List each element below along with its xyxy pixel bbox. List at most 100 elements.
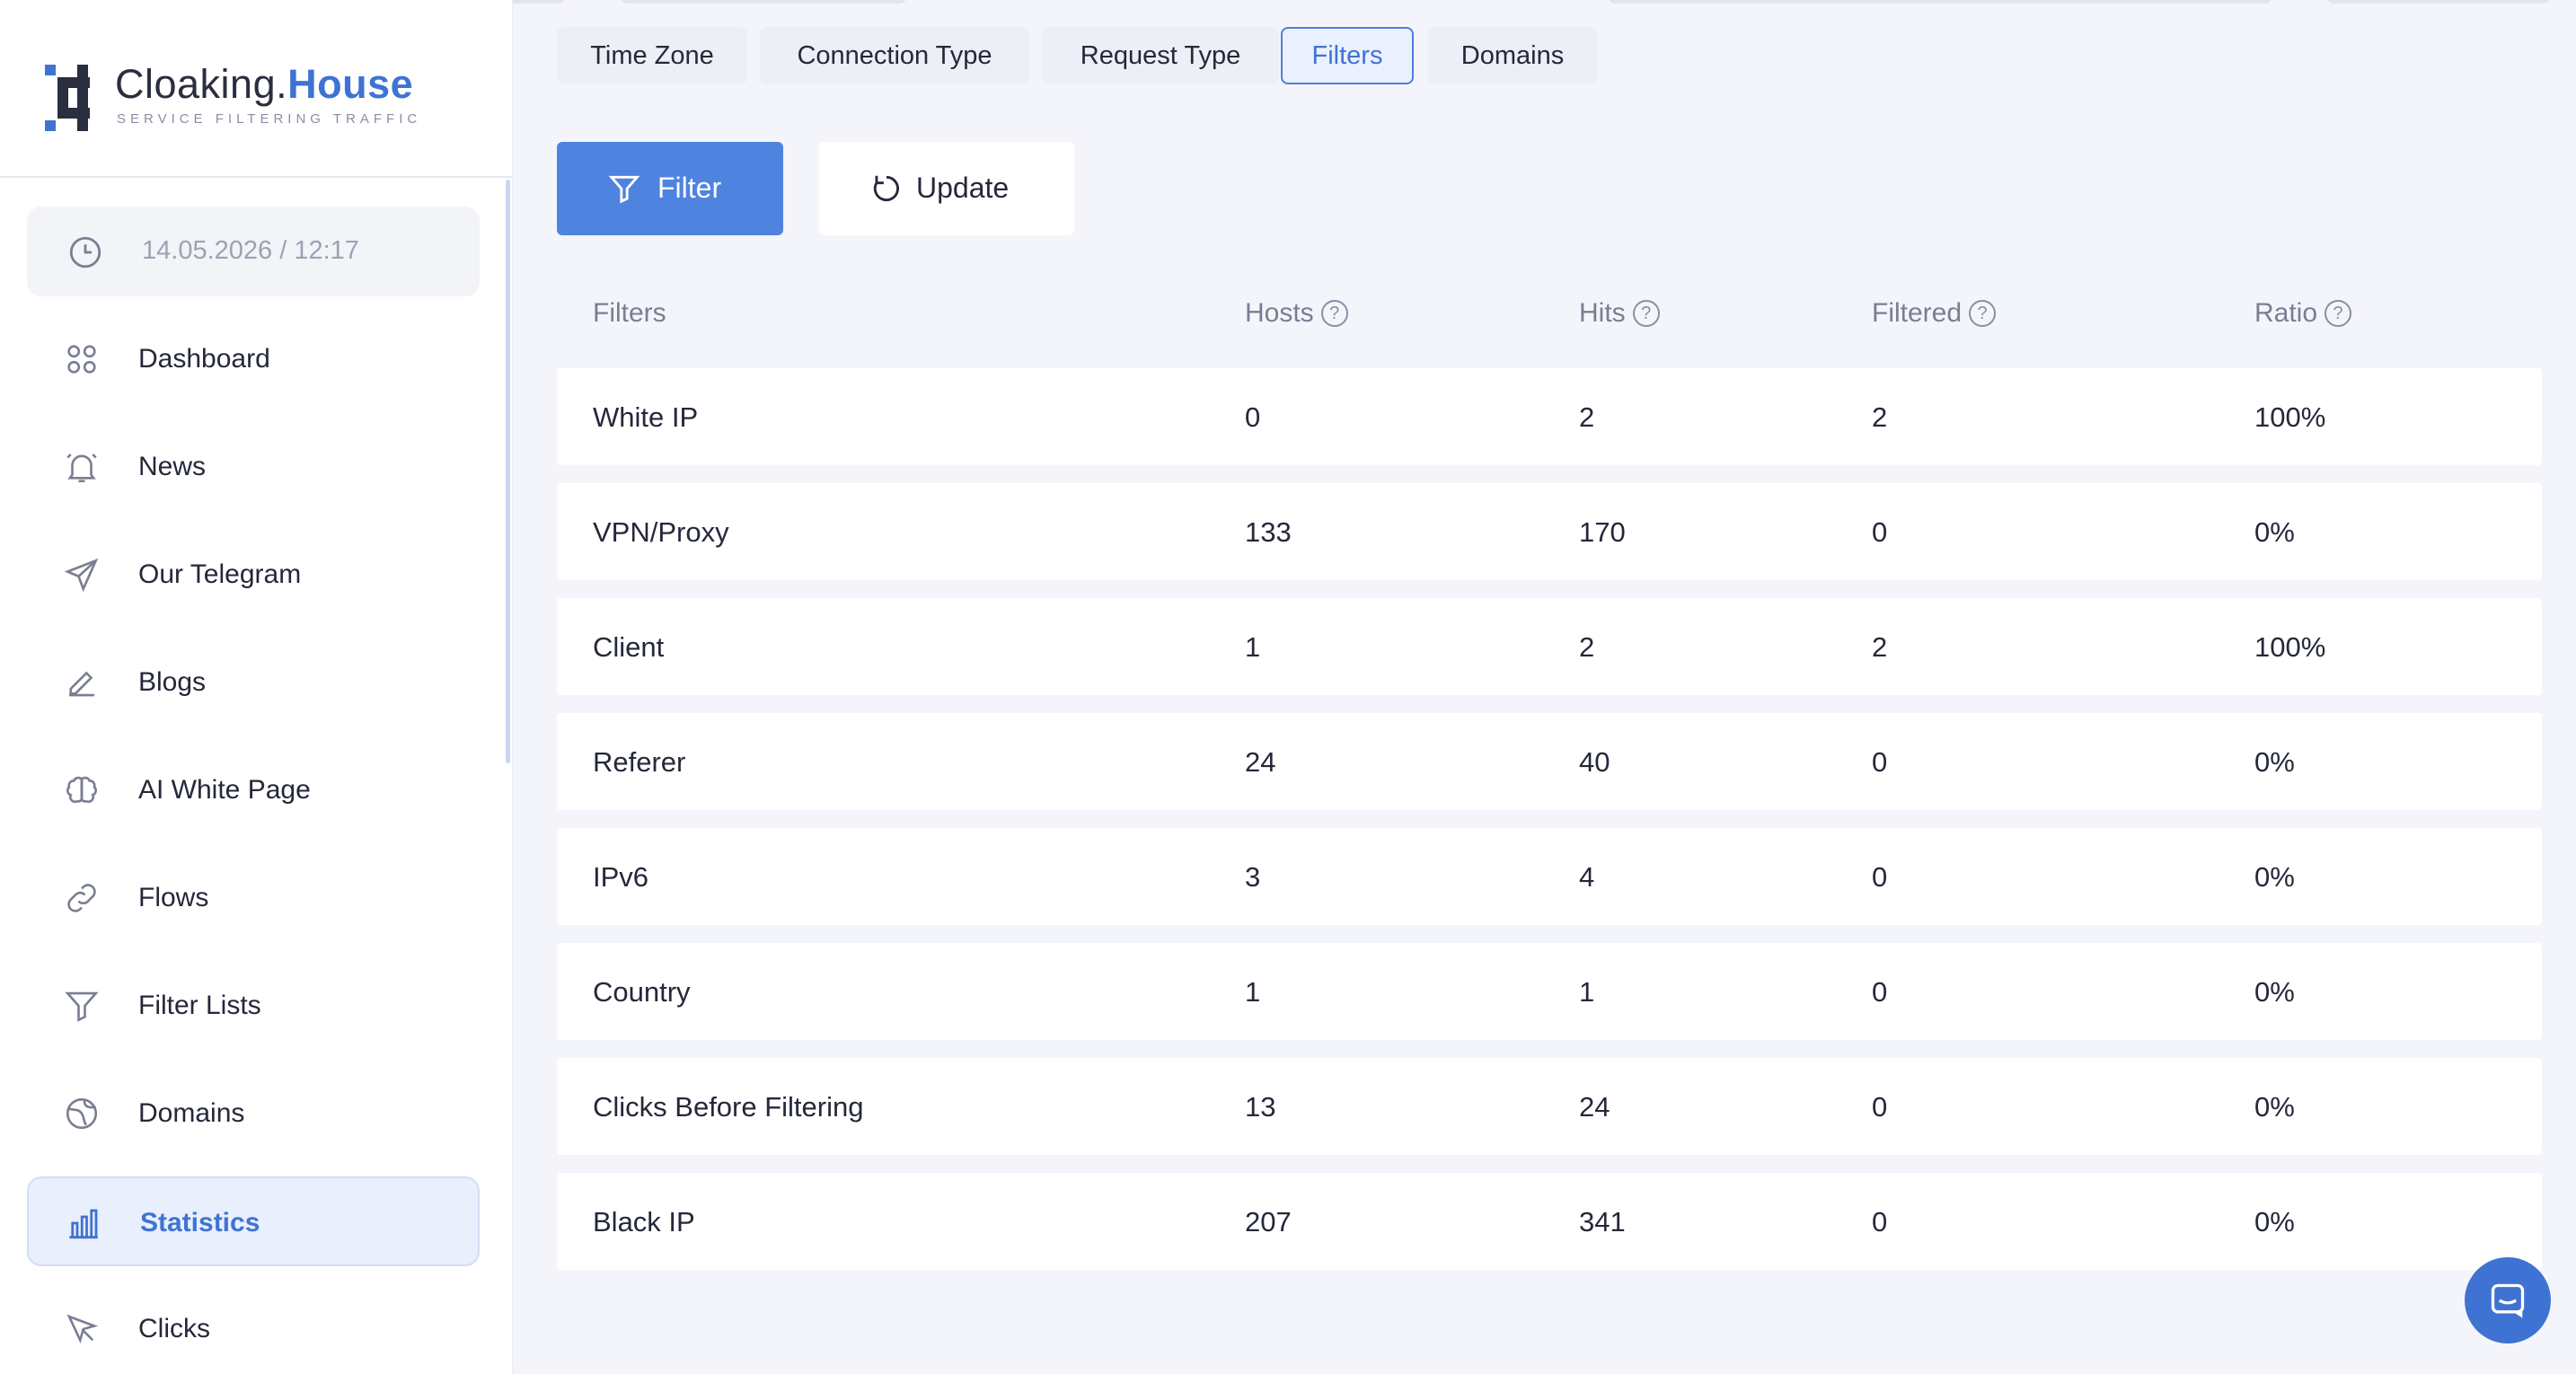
brand-name: Cloaking.House <box>115 61 413 108</box>
cell-ratio: 0% <box>2254 1206 2295 1237</box>
chat-icon <box>2488 1281 2527 1320</box>
cell-hits: 4 <box>1579 861 1595 893</box>
sidebar-item-label: Filter Lists <box>138 991 261 1020</box>
sidebar-item-label: Blogs <box>138 667 207 697</box>
brain-icon <box>63 771 101 809</box>
cell-filter: Country <box>593 976 691 1008</box>
sidebar-item-statistics[interactable]: Statistics <box>27 1176 480 1266</box>
sidebar-item-label: Domains <box>138 1098 245 1128</box>
cell-hosts: 13 <box>1245 1091 1276 1123</box>
column-header-label: Hosts <box>1245 298 1314 328</box>
cell-hits: 24 <box>1579 1091 1610 1123</box>
sidebar-item-flows[interactable]: Flows <box>27 853 480 943</box>
logo-icon <box>45 65 90 131</box>
cell-hits: 341 <box>1579 1206 1626 1237</box>
tab-time-zone[interactable]: Time Zone <box>557 27 747 84</box>
tab-domains[interactable]: Domains <box>1428 27 1597 84</box>
tab-connection-type[interactable]: Connection Type <box>760 27 1029 84</box>
cell-hits: 40 <box>1579 746 1610 778</box>
cell-ratio: 100% <box>2254 631 2326 663</box>
cursor-icon <box>63 1310 101 1348</box>
tab-request-type[interactable]: Request Type <box>1042 27 1279 84</box>
column-header-ratio: Ratio ? <box>2254 298 2352 329</box>
sidebar: Cloaking.House SERVICE FILTERING TRAFFIC… <box>0 0 513 1374</box>
sidebar-item-label: News <box>138 452 207 481</box>
cell-filtered: 2 <box>1872 631 1888 663</box>
support-chat-button[interactable] <box>2465 1257 2551 1343</box>
cell-filtered: 0 <box>1872 516 1888 548</box>
sidebar-item-label: Dashboard <box>138 344 270 374</box>
sidebar-item-filter-lists[interactable]: Filter Lists <box>27 961 480 1051</box>
table-row: White IP 0 2 2 100% <box>557 368 2542 465</box>
column-header-label: Filtered <box>1872 298 1963 328</box>
sidebar-item-label: Statistics <box>140 1208 260 1237</box>
cell-ratio: 0% <box>2254 1091 2295 1123</box>
filter-icon <box>607 172 641 206</box>
cell-filtered: 0 <box>1872 1206 1888 1237</box>
update-button[interactable]: Update <box>819 142 1074 235</box>
sidebar-item-label: Our Telegram <box>138 559 302 589</box>
cell-hosts: 133 <box>1245 516 1292 548</box>
filter-button-label: Filter <box>657 172 722 204</box>
sidebar-item-label: Clicks <box>138 1314 210 1343</box>
cell-filter: Clicks Before Filtering <box>593 1091 864 1123</box>
cell-filter: White IP <box>593 401 699 433</box>
globe-icon <box>63 1095 101 1132</box>
sidebar-item-dashboard[interactable]: Dashboard <box>27 314 480 404</box>
column-header-filters: Filters <box>593 298 666 329</box>
datetime-display: 14.05.2026 / 12:17 <box>27 207 480 296</box>
sidebar-item-blogs[interactable]: Blogs <box>27 638 480 727</box>
update-button-label: Update <box>916 172 1010 204</box>
cell-ratio: 0% <box>2254 516 2295 548</box>
column-header-label: Filters <box>593 298 666 328</box>
help-icon[interactable]: ? <box>1320 300 1348 327</box>
sidebar-item-clicks[interactable]: Clicks <box>27 1284 480 1374</box>
pencil-icon <box>63 664 101 701</box>
refresh-icon <box>869 172 904 206</box>
sidebar-scrollbar[interactable] <box>506 180 510 763</box>
dashboard-icon <box>63 340 101 378</box>
cell-hits: 170 <box>1579 516 1626 548</box>
datetime-text: 14.05.2026 / 12:17 <box>142 236 359 265</box>
help-icon[interactable]: ? <box>1632 300 1660 327</box>
table-row: VPN/Proxy 133 170 0 0% <box>557 483 2542 580</box>
sidebar-item-news[interactable]: News <box>27 422 480 512</box>
brand-logo[interactable]: Cloaking.House SERVICE FILTERING TRAFFIC <box>0 0 512 178</box>
cell-filter: Client <box>593 631 665 663</box>
table-row: Client 1 2 2 100% <box>557 598 2542 695</box>
tab-filters[interactable]: Filters <box>1281 27 1414 84</box>
cell-hosts: 207 <box>1245 1206 1292 1237</box>
filter-icon <box>63 987 101 1025</box>
cell-ratio: 100% <box>2254 401 2326 433</box>
filter-button[interactable]: Filter <box>557 142 783 235</box>
sidebar-item-domains[interactable]: Domains <box>27 1069 480 1158</box>
help-icon[interactable]: ? <box>1969 300 1997 327</box>
column-header-label: Hits <box>1579 298 1626 328</box>
send-icon <box>63 556 101 594</box>
column-header-hits: Hits ? <box>1579 298 1660 329</box>
sidebar-item-our-telegram[interactable]: Our Telegram <box>27 530 480 620</box>
sidebar-item-label: Flows <box>138 883 209 912</box>
cell-hits: 2 <box>1579 631 1595 663</box>
column-header-hosts: Hosts ? <box>1245 298 1348 329</box>
cell-hosts: 24 <box>1245 746 1276 778</box>
cell-filter: VPN/Proxy <box>593 516 729 548</box>
link-icon <box>63 879 101 917</box>
cell-filtered: 0 <box>1872 976 1888 1008</box>
help-icon[interactable]: ? <box>2325 300 2352 327</box>
cell-hosts: 3 <box>1245 861 1261 893</box>
cell-filter: IPv6 <box>593 861 649 893</box>
cell-ratio: 0% <box>2254 861 2295 893</box>
cell-filter: Referer <box>593 746 686 778</box>
bar-chart-icon <box>65 1204 102 1242</box>
table-row: IPv6 3 4 0 0% <box>557 828 2542 925</box>
sidebar-item-ai-white-page[interactable]: AI White Page <box>27 745 480 835</box>
cell-hosts: 0 <box>1245 401 1261 433</box>
cell-hosts: 1 <box>1245 631 1261 663</box>
cell-filtered: 2 <box>1872 401 1888 433</box>
sidebar-item-label: AI White Page <box>138 775 311 805</box>
brand-name-part2: House <box>287 61 414 107</box>
cell-ratio: 0% <box>2254 746 2295 778</box>
table-row: Country 1 1 0 0% <box>557 943 2542 1040</box>
cell-filter: Black IP <box>593 1206 695 1237</box>
